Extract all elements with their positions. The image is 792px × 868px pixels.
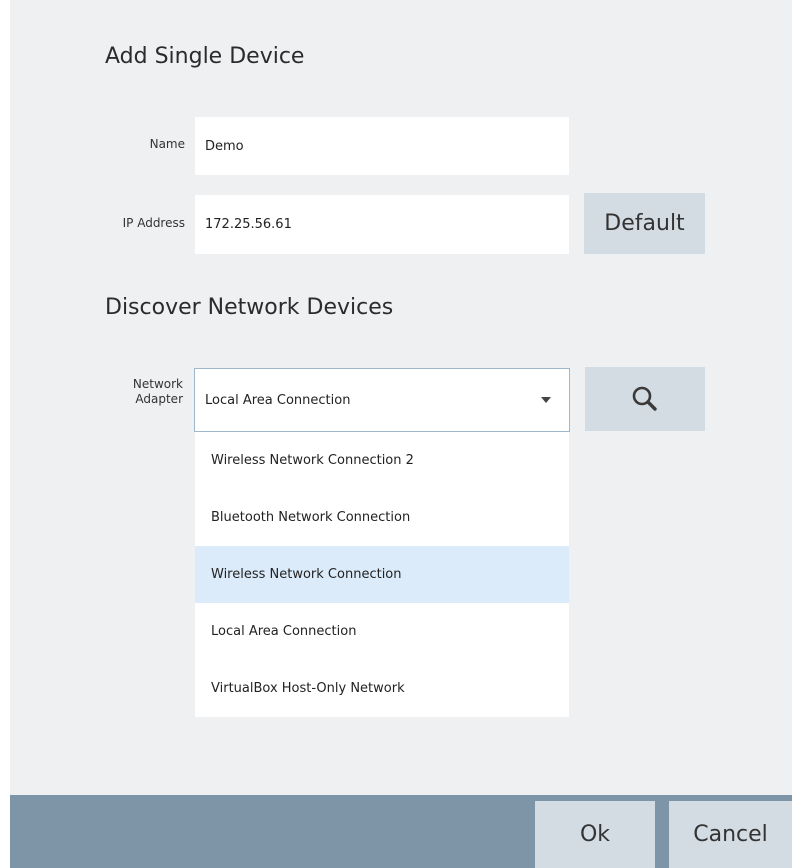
network-adapter-label-line2: Adapter [135, 392, 183, 406]
search-button[interactable] [585, 367, 705, 431]
dropdown-option[interactable]: VirtualBox Host-Only Network [195, 660, 569, 717]
dropdown-option[interactable]: Wireless Network Connection 2 [195, 432, 569, 489]
add-device-dialog: Add Single Device Name IP Address Defaul… [10, 0, 792, 868]
network-adapter-label-line1: Network [132, 377, 183, 391]
chevron-down-icon [541, 397, 551, 403]
add-single-device-title: Add Single Device [105, 44, 305, 69]
network-adapter-label: Network Adapter [80, 377, 183, 407]
dialog-footer: Ok Cancel [10, 795, 792, 868]
default-button[interactable]: Default [584, 193, 705, 254]
discover-network-devices-title: Discover Network Devices [105, 295, 394, 320]
dropdown-option[interactable]: Bluetooth Network Connection [195, 489, 569, 546]
name-label: Name [149, 137, 185, 151]
network-adapter-options: Wireless Network Connection 2 Bluetooth … [195, 432, 569, 717]
dropdown-option[interactable]: Local Area Connection [195, 603, 569, 660]
dropdown-option-highlighted[interactable]: Wireless Network Connection [195, 546, 569, 603]
cancel-button[interactable]: Cancel [669, 801, 792, 868]
network-adapter-selected: Local Area Connection [205, 392, 351, 408]
ok-button[interactable]: Ok [535, 801, 655, 868]
ip-address-label: IP Address [122, 216, 185, 230]
name-input[interactable] [195, 117, 569, 175]
network-adapter-dropdown[interactable]: Local Area Connection [194, 368, 570, 432]
search-icon [632, 386, 657, 411]
ip-address-input[interactable] [195, 195, 569, 254]
